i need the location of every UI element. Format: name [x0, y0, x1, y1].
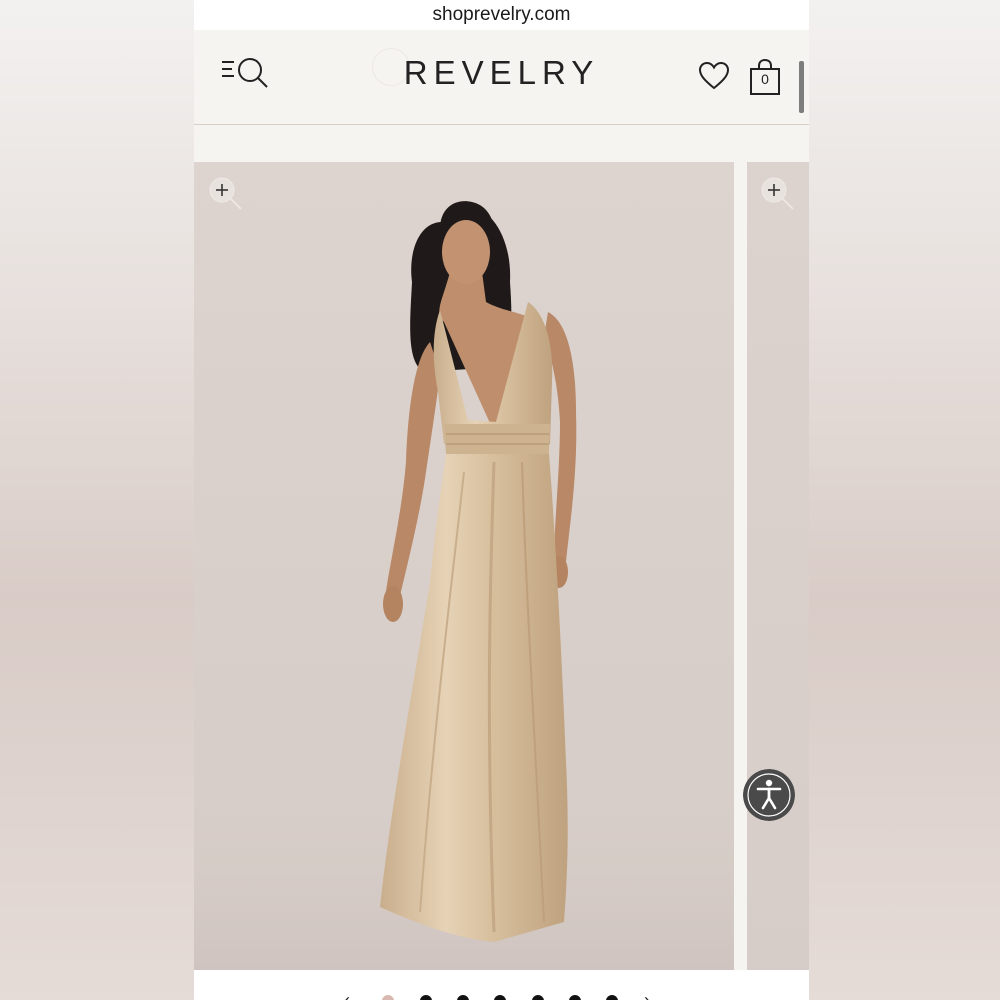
pagination-dot[interactable]: [494, 995, 506, 1000]
pagination-dot[interactable]: [457, 995, 469, 1000]
pagination-dot[interactable]: [606, 995, 618, 1000]
address-bar[interactable]: shoprevelry.com: [194, 0, 809, 30]
pagination-dot[interactable]: [382, 995, 394, 1000]
site-header: REVELRY 0: [194, 30, 809, 125]
next-product-image[interactable]: [747, 162, 809, 970]
zoom-in-icon[interactable]: [760, 176, 796, 212]
accessibility-icon[interactable]: [743, 769, 795, 821]
bag-count: 0: [761, 71, 769, 87]
chevron-right-icon[interactable]: ›: [644, 990, 650, 1000]
chevron-left-icon[interactable]: ‹: [344, 990, 350, 1000]
phone-viewport: shoprevelry.com REVELRY 0 ‹ ›: [194, 0, 809, 1000]
heart-icon[interactable]: [698, 61, 730, 91]
scrollbar[interactable]: [799, 61, 804, 113]
model-photo: [194, 201, 734, 970]
product-gallery[interactable]: [194, 162, 809, 970]
product-image[interactable]: [194, 162, 734, 970]
pagination-dot[interactable]: [569, 995, 581, 1000]
pagination-dot[interactable]: [532, 995, 544, 1000]
url-text: shoprevelry.com: [432, 4, 571, 25]
zoom-in-icon[interactable]: [208, 176, 244, 212]
pagination-dot[interactable]: [420, 995, 432, 1000]
